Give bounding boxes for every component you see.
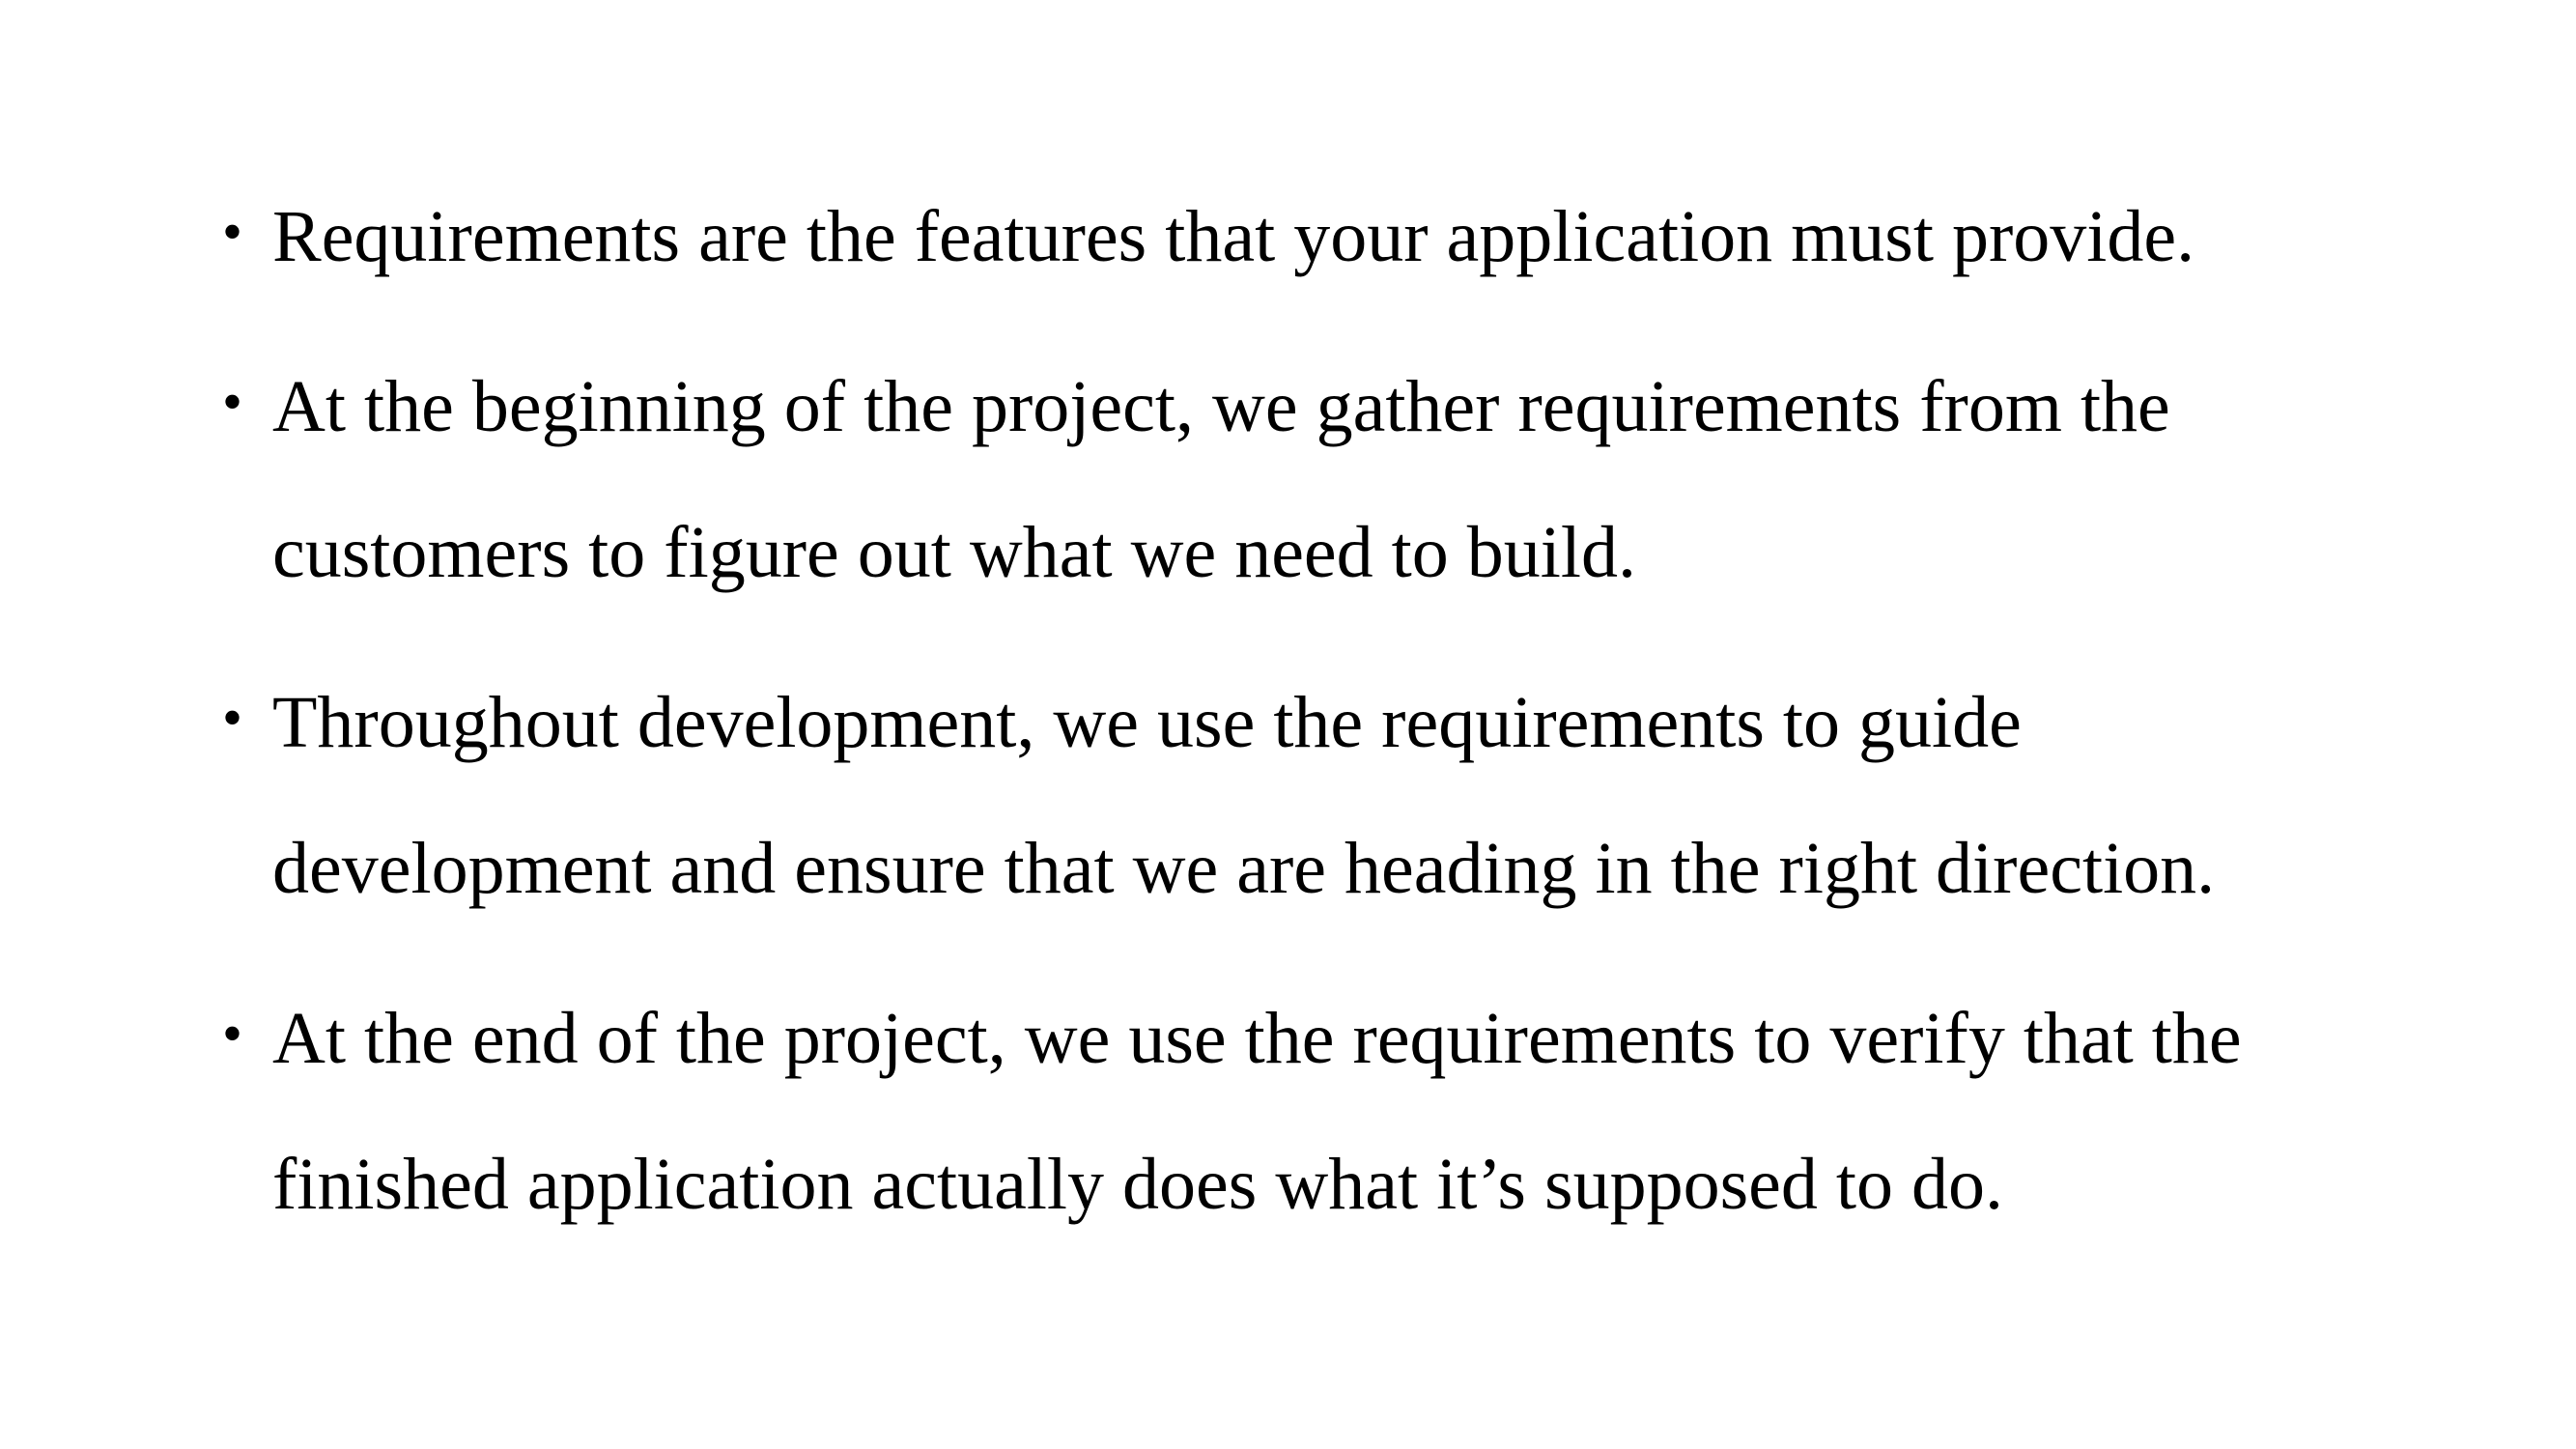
bullet-icon: •	[222, 200, 243, 264]
bullet-text: Requirements are the features that your …	[272, 164, 2405, 310]
bullet-line: customers to figure out what we need to …	[272, 512, 1637, 593]
bullet-icon: •	[222, 370, 243, 434]
bullet-list: • Requirements are the features that you…	[222, 164, 2405, 1282]
bullet-item: • Throughout development, we use the req…	[222, 650, 2405, 942]
bullet-icon: •	[222, 1002, 243, 1065]
bullet-item: • At the beginning of the project, we ga…	[222, 334, 2405, 626]
bullet-icon: •	[222, 686, 243, 750]
bullet-line: At the beginning of the project, we gath…	[272, 366, 2170, 447]
bullet-line: Requirements are the features that your …	[272, 196, 2195, 277]
bullet-text: Throughout development, we use the requi…	[272, 650, 2405, 942]
bullet-line: Throughout development, we use the requi…	[272, 682, 2022, 763]
slide: • Requirements are the features that you…	[0, 0, 2576, 1449]
bullet-line: At the end of the project, we use the re…	[272, 998, 2242, 1079]
bullet-item: • Requirements are the features that you…	[222, 164, 2405, 310]
bullet-line: development and ensure that we are headi…	[272, 828, 2216, 909]
bullet-text: At the end of the project, we use the re…	[272, 966, 2405, 1258]
bullet-line: finished application actually does what …	[272, 1144, 2004, 1225]
bullet-text: At the beginning of the project, we gath…	[272, 334, 2405, 626]
bullet-item: • At the end of the project, we use the …	[222, 966, 2405, 1258]
